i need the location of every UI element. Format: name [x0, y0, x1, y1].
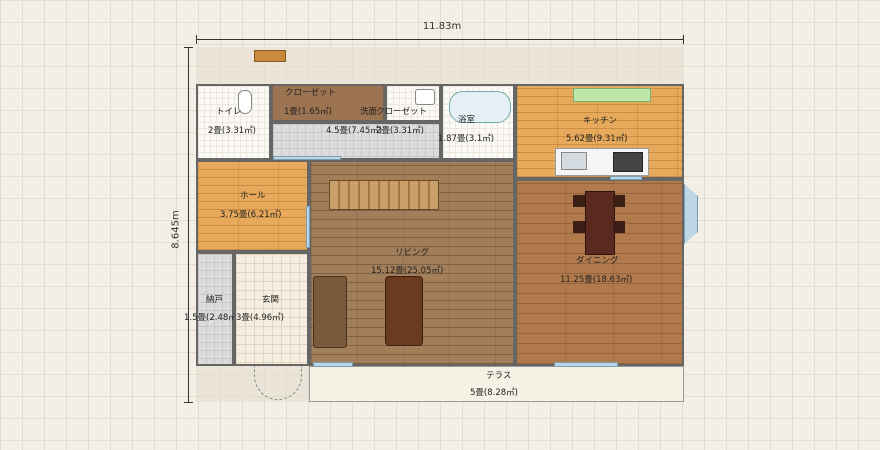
floor-plan: トイレ 2畳(3.31㎡) クローゼット 1畳(1.65㎡) クローゼット 洗面… [184, 84, 698, 402]
hall-door [306, 206, 310, 248]
kitchen-area: 5.62畳(9.31㎡) [566, 134, 628, 144]
dining-area: 11.25畳(18.63㎡) [560, 275, 633, 285]
kitchen-name: キッチン [583, 116, 618, 126]
washroom-name: 洗面 [360, 107, 378, 117]
hall-area: 3.75畳(6.21㎡) [220, 210, 282, 220]
washroom-door [273, 156, 341, 160]
height-dimension-tick-bottom [184, 402, 193, 403]
chair-icon [613, 195, 625, 207]
height-dimension-label: 8.645m [170, 210, 182, 249]
room-bathroom[interactable] [441, 84, 515, 160]
sofa-icon [313, 276, 347, 348]
chair-icon [613, 221, 625, 233]
toilet-name: トイレ [216, 107, 242, 117]
washbasin-icon [415, 89, 435, 105]
stove-icon [613, 152, 643, 172]
living-window-bottom [313, 362, 353, 367]
roof-vent-icon [254, 50, 286, 62]
height-dimension-line [188, 47, 189, 403]
room-kitchen[interactable] [515, 84, 684, 179]
bathroom-area: 1.87畳(3.1㎡) [438, 134, 495, 144]
room-dining[interactable] [515, 179, 684, 366]
staircase-icon [329, 180, 439, 210]
closet-b-name: クローゼット [376, 107, 428, 117]
storage-area: 1.5畳(2.48㎡) [184, 313, 241, 323]
terrace-area: 5畳(8.28㎡) [470, 388, 518, 398]
dining-window-bottom [554, 362, 618, 367]
width-dimension-tick-right [683, 35, 684, 44]
hall-name: ホール [240, 191, 266, 201]
living-area: 15.12畳(25.05㎡) [371, 266, 444, 276]
height-dimension-tick-top [184, 47, 193, 48]
dining-name: ダイニング [576, 256, 619, 266]
terrace-name: テラス [486, 371, 512, 381]
room-entrance[interactable] [234, 252, 309, 366]
bathroom-name: 浴室 [458, 115, 476, 125]
entrance-name: 玄関 [262, 295, 280, 305]
room-toilet[interactable] [196, 84, 271, 160]
width-dimension-tick-left [196, 35, 197, 44]
width-dimension-line [196, 39, 684, 40]
room-storage[interactable] [196, 252, 234, 366]
living-name: リビング [395, 248, 430, 258]
closet-b-area: 2畳(3.31㎡) [376, 126, 424, 136]
washroom-area: 4.5畳(7.45㎡) [326, 126, 383, 136]
entrance-area: 3畳(4.96㎡) [236, 313, 284, 323]
closet-a-area: 1畳(1.65㎡) [284, 107, 332, 117]
coffee-table-icon [385, 276, 423, 346]
kitchen-window [573, 88, 651, 102]
kitchen-door [610, 176, 642, 180]
chair-icon [573, 195, 585, 207]
chair-icon [573, 221, 585, 233]
room-living[interactable] [309, 160, 515, 366]
storage-name: 納戸 [206, 295, 224, 305]
bay-window [684, 184, 698, 244]
closet-a-name: クローゼット [285, 88, 337, 98]
toilet-area: 2畳(3.31㎡) [208, 126, 256, 136]
width-dimension-label: 11.83m [422, 21, 462, 32]
room-hall[interactable] [196, 160, 309, 252]
dining-table-icon [585, 191, 615, 255]
sink-icon [561, 152, 587, 170]
